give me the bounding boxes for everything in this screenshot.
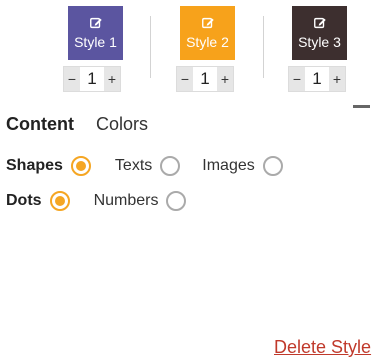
style-1-label: Style 1	[74, 34, 117, 50]
style-1-card[interactable]: Style 1	[68, 6, 123, 60]
dots-label: Dots	[6, 192, 42, 209]
quantity-value[interactable]: 1	[305, 67, 329, 91]
tab-colors[interactable]: Colors	[96, 114, 148, 135]
radio-dot	[75, 161, 86, 171]
texts-label[interactable]: Texts	[115, 157, 152, 175]
shapes-row: Shapes Texts Images	[6, 156, 283, 176]
increment-button[interactable]: +	[217, 67, 233, 91]
divider	[150, 16, 151, 78]
radio-dot	[54, 196, 65, 206]
divider	[263, 16, 264, 78]
increment-button[interactable]: +	[104, 67, 120, 91]
decrement-button[interactable]: −	[289, 67, 305, 91]
quantity-value[interactable]: 1	[193, 67, 217, 91]
decrement-button[interactable]: −	[64, 67, 80, 91]
style-2-quantity-stepper: − 1 +	[176, 66, 234, 92]
edit-icon	[313, 17, 326, 29]
style-2-label: Style 2	[186, 34, 229, 50]
numbers-radio[interactable]	[166, 191, 187, 211]
minus-icon[interactable]	[353, 105, 370, 108]
numbers-label[interactable]: Numbers	[94, 192, 159, 210]
edit-icon	[89, 17, 102, 29]
style-3-quantity-stepper: − 1 +	[288, 66, 346, 92]
increment-button[interactable]: +	[329, 67, 345, 91]
style-3-label: Style 3	[298, 34, 341, 50]
edit-icon	[201, 17, 214, 29]
dots-row: Dots Numbers	[6, 191, 187, 211]
style-1-quantity-stepper: − 1 +	[63, 66, 121, 92]
texts-radio[interactable]	[160, 156, 181, 176]
images-label[interactable]: Images	[202, 157, 254, 175]
dots-radio[interactable]	[49, 191, 70, 211]
tab-content[interactable]: Content	[6, 114, 74, 135]
shapes-radio[interactable]	[70, 156, 91, 176]
images-radio[interactable]	[262, 156, 283, 176]
quantity-value[interactable]: 1	[80, 67, 104, 91]
shapes-label: Shapes	[6, 157, 63, 174]
style-2-card[interactable]: Style 2	[180, 6, 235, 60]
decrement-button[interactable]: −	[177, 67, 193, 91]
style-3-card[interactable]: Style 3	[292, 6, 347, 60]
delete-style-link[interactable]: Delete Style	[274, 337, 371, 358]
